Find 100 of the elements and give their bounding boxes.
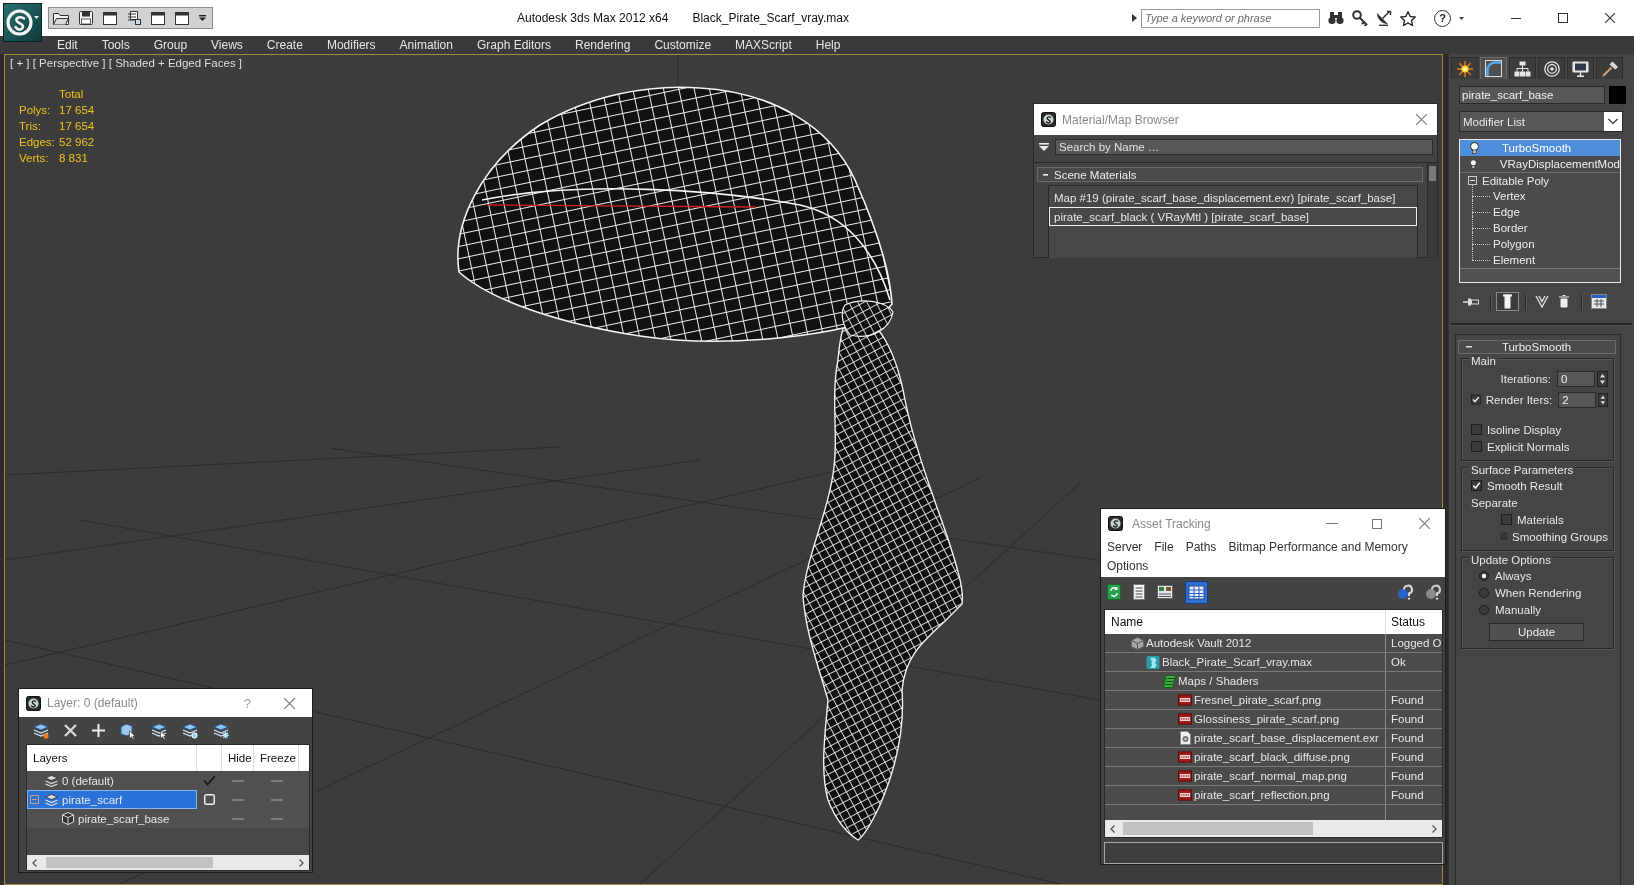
spinner-field[interactable]: 0 [1557,370,1595,387]
menu-item[interactable]: File [1154,538,1174,557]
fork-icon[interactable] [1535,295,1549,308]
list-icon[interactable] [1133,584,1145,600]
action-button[interactable]: Update [1489,623,1584,641]
radio-button[interactable] [1479,604,1489,615]
menu-item[interactable]: Server [1107,538,1143,557]
menu-item[interactable]: Help [803,36,853,54]
star-icon[interactable] [1400,10,1416,26]
checkbox[interactable] [1471,441,1482,452]
asset-name[interactable]: Fresnel_pirate_scarf.png [1194,694,1322,706]
menu-item[interactable]: Paths [1185,538,1217,557]
panel-tab[interactable] [1509,57,1536,79]
asset-name[interactable]: Maps / Shaders [1178,675,1259,687]
scrollbar-thumb[interactable] [46,857,213,868]
viewport-label[interactable]: [ + ] [ Perspective ] [ Shaded + Edged Faces ] [10,57,243,69]
light-bulb-icon[interactable] [1470,142,1479,154]
layer-item[interactable]: pirate_scarf [27,790,197,809]
checkbox[interactable] [1471,480,1482,491]
column-header[interactable]: Hide [228,752,252,764]
trash-icon[interactable] [1559,295,1569,308]
caret-icon[interactable] [199,15,206,21]
checkbox[interactable] [1471,424,1482,435]
horizontal-scrollbar[interactable] [27,855,309,870]
key-icon[interactable] [1352,10,1368,26]
spinner-arrows-icon[interactable] [1597,370,1608,387]
status-field[interactable] [1104,842,1443,864]
column-header[interactable]: Name [1111,615,1143,629]
menu-item[interactable]: Graph Editors [464,36,563,54]
grid-window-icon[interactable] [1591,294,1607,309]
column-header[interactable]: Layers [33,752,68,764]
menu-item[interactable]: Tools [89,36,142,54]
spinner-arrows-icon[interactable] [1598,391,1608,408]
folder-icon[interactable] [53,11,69,25]
layer-cursor-icon[interactable] [151,722,167,739]
asset-name[interactable]: Glossiness_pirate_scarf.png [1194,713,1340,725]
menu-item[interactable]: Create [254,36,315,54]
checkbox[interactable] [1501,514,1512,525]
checkbox[interactable] [1471,394,1481,405]
cube-cursor-icon[interactable] [120,722,136,739]
column-header[interactable]: Freeze [260,752,296,764]
panel-tab[interactable] [1538,57,1565,79]
vertical-scrollbar[interactable] [1427,163,1437,258]
panel-tab[interactable] [1567,57,1594,79]
application-button[interactable] [3,3,42,42]
help-icon[interactable] [1397,584,1413,600]
search-field[interactable]: Type a keyword or phrase [1141,8,1320,28]
scrollbar-thumb[interactable] [1123,822,1313,835]
menu-item[interactable]: Views [199,36,255,54]
object-name-field[interactable]: pirate_scarf_base [1459,86,1605,104]
minus-box-icon[interactable] [1468,176,1477,185]
satellite-dish-icon[interactable] [1376,10,1392,26]
search-field[interactable]: Search by Name … [1055,139,1433,155]
radio-button[interactable] [1479,570,1489,581]
menu-item[interactable]: Rendering [563,36,643,54]
panel-tab[interactable] [1480,57,1507,79]
light-bulb-icon[interactable] [1470,158,1477,170]
checkbox[interactable] [1501,531,1508,542]
asset-name[interactable]: pirate_scarf_base_displacement.exr [1194,732,1379,744]
modifier-stack-item[interactable]: Editable Poly [1460,172,1620,188]
window-icon[interactable] [175,11,189,25]
pin-icon[interactable] [1463,296,1479,307]
asset-name[interactable]: Autodesk Vault 2012 [1146,637,1252,649]
menu-item[interactable]: Edit [45,36,90,54]
menu-item[interactable]: Modifiers [314,36,388,54]
menu-item[interactable]: MAXScript [723,36,804,54]
spinner-field[interactable]: 2 [1558,391,1597,408]
layer-magnifier-icon[interactable] [182,722,198,739]
menu-item[interactable]: Options [1107,557,1149,576]
asset-name[interactable]: pirate_scarf_normal_map.png [1194,770,1347,782]
menu-item[interactable]: Bitmap Performance and Memory [1228,538,1408,557]
checkbox-icon[interactable] [204,794,215,805]
scrollbar-thumb[interactable] [1429,166,1436,181]
menu-item[interactable]: Animation [387,36,465,54]
minus-icon[interactable] [1043,173,1048,176]
document-list-icon[interactable] [127,11,141,25]
group-header[interactable]: Scene Materials [1037,167,1423,182]
menu-item[interactable]: Customize [642,36,724,54]
close-icon[interactable] [1605,13,1615,23]
image-icon[interactable] [1157,585,1173,599]
minimize-icon[interactable] [1511,17,1521,19]
check-icon[interactable] [203,775,216,786]
window-icon[interactable] [151,11,165,25]
window-icon[interactable] [103,11,117,25]
horizontal-scrollbar[interactable] [1105,820,1442,837]
plus-icon[interactable] [92,724,105,737]
help-icon[interactable] [1425,584,1441,600]
panel-tab[interactable] [1451,57,1478,79]
refresh-icon[interactable] [1107,584,1121,600]
modifier-list-dropdown[interactable]: Modifier List [1459,111,1623,132]
triangle-icon[interactable] [1132,14,1137,22]
swatch-icon[interactable] [1609,86,1626,104]
material-item[interactable]: Map #19 (pirate_scarf_base_displacement.exr) [pirate_scarf_base] [1049,188,1417,207]
asset-name[interactable]: pirate_scarf_reflection.png [1194,789,1330,801]
menu-item[interactable]: Group [141,36,200,54]
layer-stack-icon[interactable] [33,722,49,739]
bar-icon[interactable] [1496,292,1519,311]
table-icon[interactable] [1185,580,1208,604]
binoculars-icon[interactable] [1328,11,1344,25]
radio-button[interactable] [1479,587,1489,598]
